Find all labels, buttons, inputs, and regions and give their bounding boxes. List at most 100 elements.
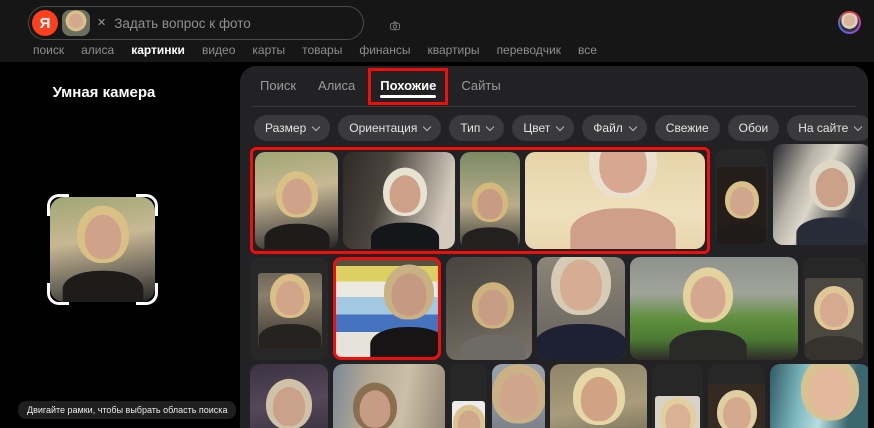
result-photo-trees-selfie[interactable] bbox=[460, 152, 520, 249]
user-avatar[interactable] bbox=[838, 11, 861, 34]
yandex-logo-letter: Я bbox=[39, 14, 51, 32]
query-image-thumbnail[interactable] bbox=[62, 10, 90, 36]
face-shape bbox=[272, 386, 306, 427]
portrait-placeholder bbox=[460, 282, 526, 360]
portrait-placeholder bbox=[669, 267, 747, 360]
filter-chip-label: Тип bbox=[460, 121, 481, 135]
result-photo-store-selfie[interactable] bbox=[343, 152, 455, 249]
face-shape bbox=[690, 276, 726, 319]
filter-chip[interactable]: Размер bbox=[254, 115, 331, 141]
yandex-logo[interactable]: Я bbox=[32, 10, 58, 36]
body-shape bbox=[796, 217, 868, 245]
tab[interactable]: Поиск bbox=[254, 68, 302, 105]
face-shape bbox=[815, 167, 849, 208]
body-shape bbox=[263, 223, 330, 249]
nav-item[interactable]: картинки bbox=[131, 43, 185, 57]
face-shape bbox=[84, 214, 121, 260]
user-avatar-photo bbox=[840, 13, 859, 32]
body-shape bbox=[570, 208, 676, 249]
portrait-placeholder bbox=[62, 205, 143, 302]
result-photo-autumn-path[interactable] bbox=[550, 364, 647, 428]
nav-item[interactable]: все bbox=[578, 43, 597, 57]
tab[interactable]: Алиса bbox=[312, 68, 361, 105]
result-photo-small-white[interactable] bbox=[450, 364, 487, 428]
filter-chip-label: Цвет bbox=[523, 121, 551, 135]
results-row bbox=[250, 144, 868, 254]
nav-item[interactable]: переводчик bbox=[497, 43, 561, 57]
nav-item[interactable]: поиск bbox=[33, 43, 64, 57]
body-shape bbox=[370, 327, 438, 357]
result-photo-closeup-hoodie[interactable] bbox=[537, 257, 625, 360]
result-photo-small-dark[interactable] bbox=[715, 149, 768, 244]
portrait-placeholder bbox=[258, 273, 321, 348]
search-input[interactable] bbox=[112, 14, 353, 32]
filter-chip[interactable]: Файл bbox=[582, 115, 647, 141]
result-photo-night-city[interactable] bbox=[250, 364, 328, 428]
face-shape bbox=[281, 178, 312, 215]
result-photo-teal-window[interactable] bbox=[770, 364, 868, 428]
result-photo-greenery[interactable] bbox=[630, 257, 798, 360]
nav-item[interactable]: видео bbox=[202, 43, 235, 57]
result-photo-street-selfie[interactable] bbox=[255, 152, 338, 249]
crop-handle-bottom-left[interactable] bbox=[47, 283, 69, 305]
tab[interactable]: Сайты bbox=[455, 68, 506, 105]
crop-handle-bottom-right[interactable] bbox=[136, 283, 158, 305]
filter-chip-label: Свежие bbox=[665, 121, 709, 135]
camera-icon-glyph bbox=[390, 21, 400, 31]
result-photo-dark-blonde[interactable] bbox=[708, 364, 765, 428]
tab[interactable]: Похожие bbox=[368, 67, 449, 105]
annotation-red-box bbox=[250, 147, 710, 254]
filter-chip[interactable]: Тип bbox=[449, 115, 505, 141]
face-shape bbox=[729, 187, 754, 216]
crop-handle-top-right[interactable] bbox=[136, 194, 158, 216]
result-photo-small-face-2[interactable] bbox=[652, 364, 703, 428]
body-shape bbox=[460, 334, 526, 360]
filter-chip[interactable]: Цвет bbox=[512, 115, 575, 141]
body-shape bbox=[537, 324, 625, 360]
result-photo-small-face[interactable] bbox=[803, 257, 865, 360]
chevron-down-icon bbox=[312, 122, 321, 131]
filter-chip[interactable]: Ориентация bbox=[338, 115, 442, 141]
nav-item[interactable]: финансы bbox=[359, 43, 410, 57]
result-photo-beige-wall-large[interactable] bbox=[525, 152, 705, 249]
results-row bbox=[250, 364, 868, 428]
portrait-placeholder bbox=[370, 167, 440, 249]
filter-chip-label: Ориентация bbox=[349, 121, 418, 135]
result-photo-car-cardigan[interactable] bbox=[446, 257, 532, 360]
results-tabs: Поиск Алиса Похожие Сайты bbox=[252, 66, 868, 106]
body-shape bbox=[805, 336, 863, 360]
face-shape bbox=[359, 390, 391, 428]
nav-item[interactable]: квартиры bbox=[427, 43, 479, 57]
filter-chip[interactable]: Обои bbox=[727, 115, 780, 141]
topbar: Я ✕ поиск алиса картинки видео карты товары фи… bbox=[0, 0, 874, 62]
portrait-placeholder bbox=[345, 382, 404, 428]
result-photo-car-bob[interactable] bbox=[250, 257, 328, 360]
result-photo-river-face[interactable] bbox=[492, 364, 545, 428]
chevron-down-icon bbox=[556, 122, 565, 131]
search-bar[interactable]: Я ✕ bbox=[28, 6, 364, 40]
nav-item[interactable]: алиса bbox=[81, 43, 114, 57]
filter-chip[interactable]: На сайте bbox=[787, 115, 868, 141]
face-shape bbox=[457, 410, 480, 428]
portrait-placeholder bbox=[805, 286, 863, 360]
camera-icon[interactable] bbox=[383, 14, 407, 38]
crop-hint: Двигайте рамки, чтобы выбрать область по… bbox=[18, 401, 237, 419]
crop-preview[interactable] bbox=[47, 194, 158, 305]
nav-item[interactable]: карты bbox=[252, 43, 285, 57]
face-shape bbox=[664, 403, 691, 428]
nav-item[interactable]: товары bbox=[302, 43, 342, 57]
body-shape bbox=[462, 227, 518, 249]
portrait-placeholder bbox=[452, 404, 485, 428]
result-photo-navy-room[interactable] bbox=[773, 144, 868, 245]
portrait-placeholder bbox=[370, 264, 438, 357]
face-shape bbox=[477, 188, 503, 220]
clear-query-button[interactable]: ✕ bbox=[97, 17, 106, 29]
result-photo-striped-flag[interactable] bbox=[333, 257, 441, 360]
face-shape bbox=[820, 293, 848, 327]
body-shape bbox=[258, 323, 321, 348]
result-photo-cathedral[interactable] bbox=[333, 364, 445, 428]
filter-chip[interactable]: Свежие bbox=[654, 115, 720, 141]
crop-handle-top-left[interactable] bbox=[47, 194, 69, 216]
face-shape bbox=[580, 376, 617, 422]
chevron-down-icon bbox=[423, 122, 432, 131]
